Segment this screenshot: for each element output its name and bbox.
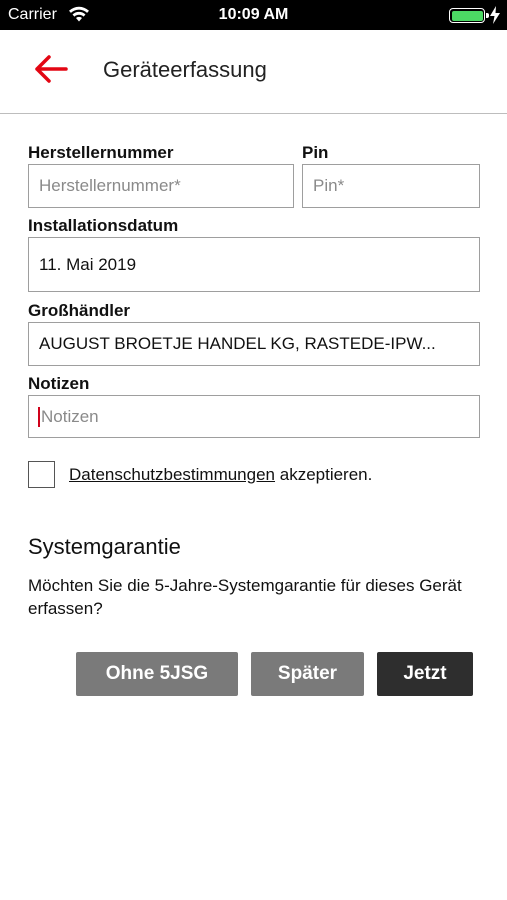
warranty-title: Systemgarantie [28,534,181,559]
warranty-description: Möchten Sie die 5-Jahre-Systemgarantie f… [28,576,462,618]
nav-bar: Geräteerfassung [0,30,507,114]
arrow-left-icon[interactable] [33,54,69,84]
battery-level [451,10,483,21]
notes-label: Notizen [28,374,90,393]
page-title: Geräteerfassung [103,57,267,82]
notes-placeholder: Notizen [41,406,99,426]
installation-date-label: Installationsdatum [28,216,179,235]
battery-icon [449,8,489,23]
wholesaler-field[interactable]: AUGUST BROETJE HANDEL KG, RASTEDE-IPW... [28,322,480,366]
privacy-consent-suffix: akzeptieren. [275,465,373,484]
notes-field[interactable]: Notizen [28,395,480,438]
pin-label: Pin [302,143,329,162]
now-button[interactable]: Jetzt [377,652,473,696]
privacy-policy-link[interactable]: Datenschutzbestimmungen [69,465,275,484]
manufacturer-number-label: Herstellernummer [28,143,174,162]
status-bar: Carrier 10:09 AM [0,0,507,30]
charging-bolt-icon [490,6,500,24]
later-button[interactable]: Später [251,652,364,696]
pin-field[interactable]: Pin* [302,164,480,208]
wholesaler-label: Großhändler [28,301,131,320]
clock: 10:09 AM [218,6,289,23]
installation-date-field[interactable]: 11. Mai 2019 [28,237,480,292]
privacy-consent-text: Datenschutzbestimmungen akzeptieren. [69,465,372,485]
without-warranty-button[interactable]: Ohne 5JSG [76,652,238,696]
manufacturer-number-field[interactable]: Herstellernummer* [28,164,294,208]
privacy-checkbox[interactable] [28,461,55,488]
